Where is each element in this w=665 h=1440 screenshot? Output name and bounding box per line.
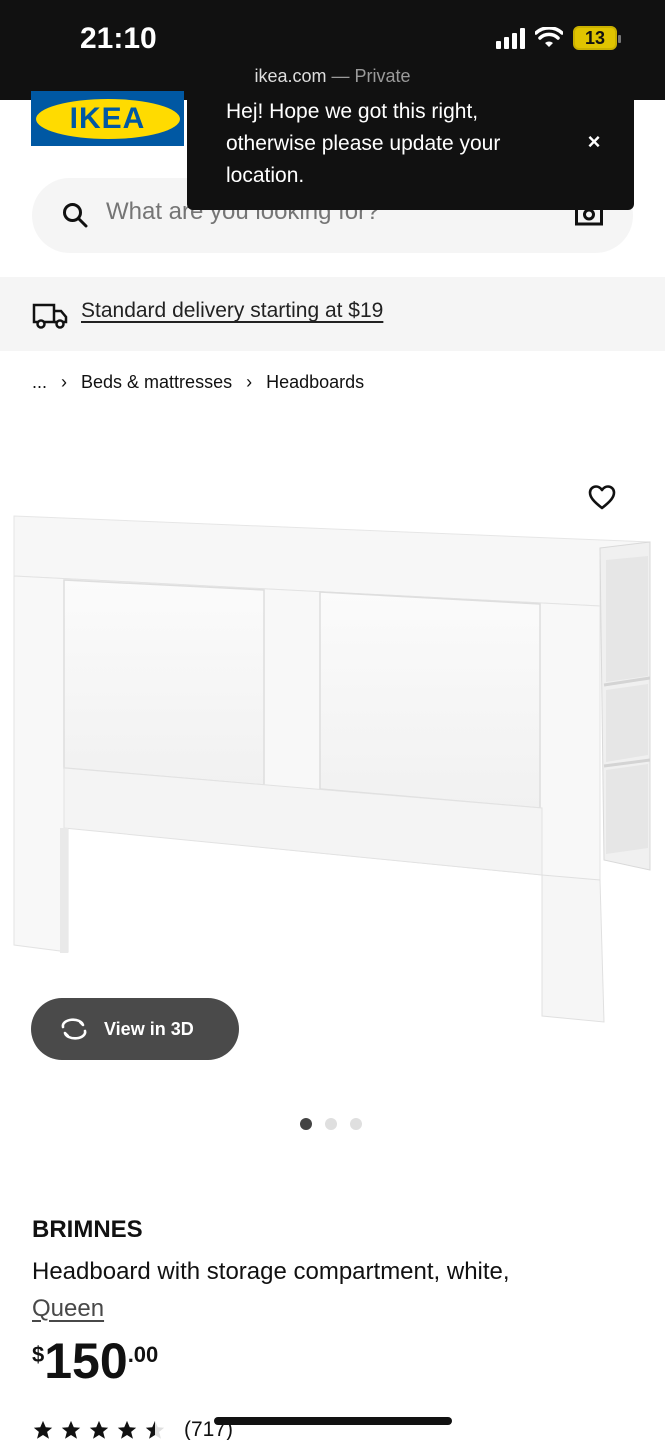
star-full-icon xyxy=(61,1420,81,1439)
product-size-link[interactable]: Queen xyxy=(32,1295,104,1322)
heart-icon[interactable] xyxy=(588,484,616,510)
url-text: ikea.com xyxy=(254,66,327,86)
star-full-icon xyxy=(89,1420,109,1439)
status-bar: 21:10 13 ikea.com — Private xyxy=(0,0,665,100)
status-time: 21:10 xyxy=(80,22,157,55)
home-indicator xyxy=(214,1417,452,1425)
close-icon[interactable]: × xyxy=(582,130,606,154)
breadcrumb-item-beds[interactable]: Beds & mattresses xyxy=(81,372,232,393)
carousel-dot[interactable] xyxy=(300,1118,312,1130)
rotate-3d-icon xyxy=(61,1018,87,1040)
product-name: BRIMNES xyxy=(32,1216,143,1243)
product-description: Headboard with storage compartment, whit… xyxy=(32,1253,612,1327)
delivery-link[interactable]: Standard delivery starting at $19 xyxy=(81,299,383,323)
breadcrumb-item-headboards[interactable]: Headboards xyxy=(266,372,364,393)
star-half-icon xyxy=(145,1420,165,1439)
logo-text: IKEA xyxy=(69,101,146,135)
private-label: Private xyxy=(354,66,411,86)
star-full-icon xyxy=(117,1420,137,1439)
price-decimal: .00 xyxy=(127,1342,159,1367)
toast-message: Hej! Hope we got this right, otherwise p… xyxy=(226,100,501,187)
breadcrumb-ellipsis[interactable]: ... xyxy=(32,372,47,393)
breadcrumb: ... › Beds & mattresses › Headboards xyxy=(32,372,364,393)
url-bar[interactable]: ikea.com — Private xyxy=(0,66,665,87)
product-description-text: Headboard with storage compartment, whit… xyxy=(32,1258,510,1285)
url-separator: — xyxy=(326,66,355,86)
wifi-icon xyxy=(535,27,563,47)
battery-icon: 13 xyxy=(573,26,621,50)
carousel-dot[interactable] xyxy=(350,1118,362,1130)
signal-icon xyxy=(496,27,525,49)
delivery-banner: Standard delivery starting at $19 xyxy=(0,277,665,351)
view-in-3d-button[interactable]: View in 3D xyxy=(31,998,239,1060)
product-rating[interactable]: (717) xyxy=(32,1418,233,1440)
truck-icon xyxy=(32,303,68,329)
price-currency: $ xyxy=(32,1342,45,1367)
search-icon[interactable] xyxy=(62,202,88,228)
ikea-logo[interactable]: IKEA xyxy=(31,91,184,146)
status-icons: 13 xyxy=(496,26,621,50)
view-in-3d-label: View in 3D xyxy=(104,1018,194,1039)
location-toast: Hej! Hope we got this right, otherwise p… xyxy=(187,90,634,210)
price-integer: 150 xyxy=(44,1333,128,1389)
chevron-right-icon: › xyxy=(61,372,68,392)
product-price: $ 150 .00 xyxy=(32,1334,158,1388)
logo-oval: IKEA xyxy=(35,98,180,139)
star-full-icon xyxy=(33,1420,53,1439)
carousel-dot[interactable] xyxy=(325,1118,337,1130)
carousel-indicator xyxy=(300,1118,362,1130)
chevron-right-icon: › xyxy=(246,372,253,392)
